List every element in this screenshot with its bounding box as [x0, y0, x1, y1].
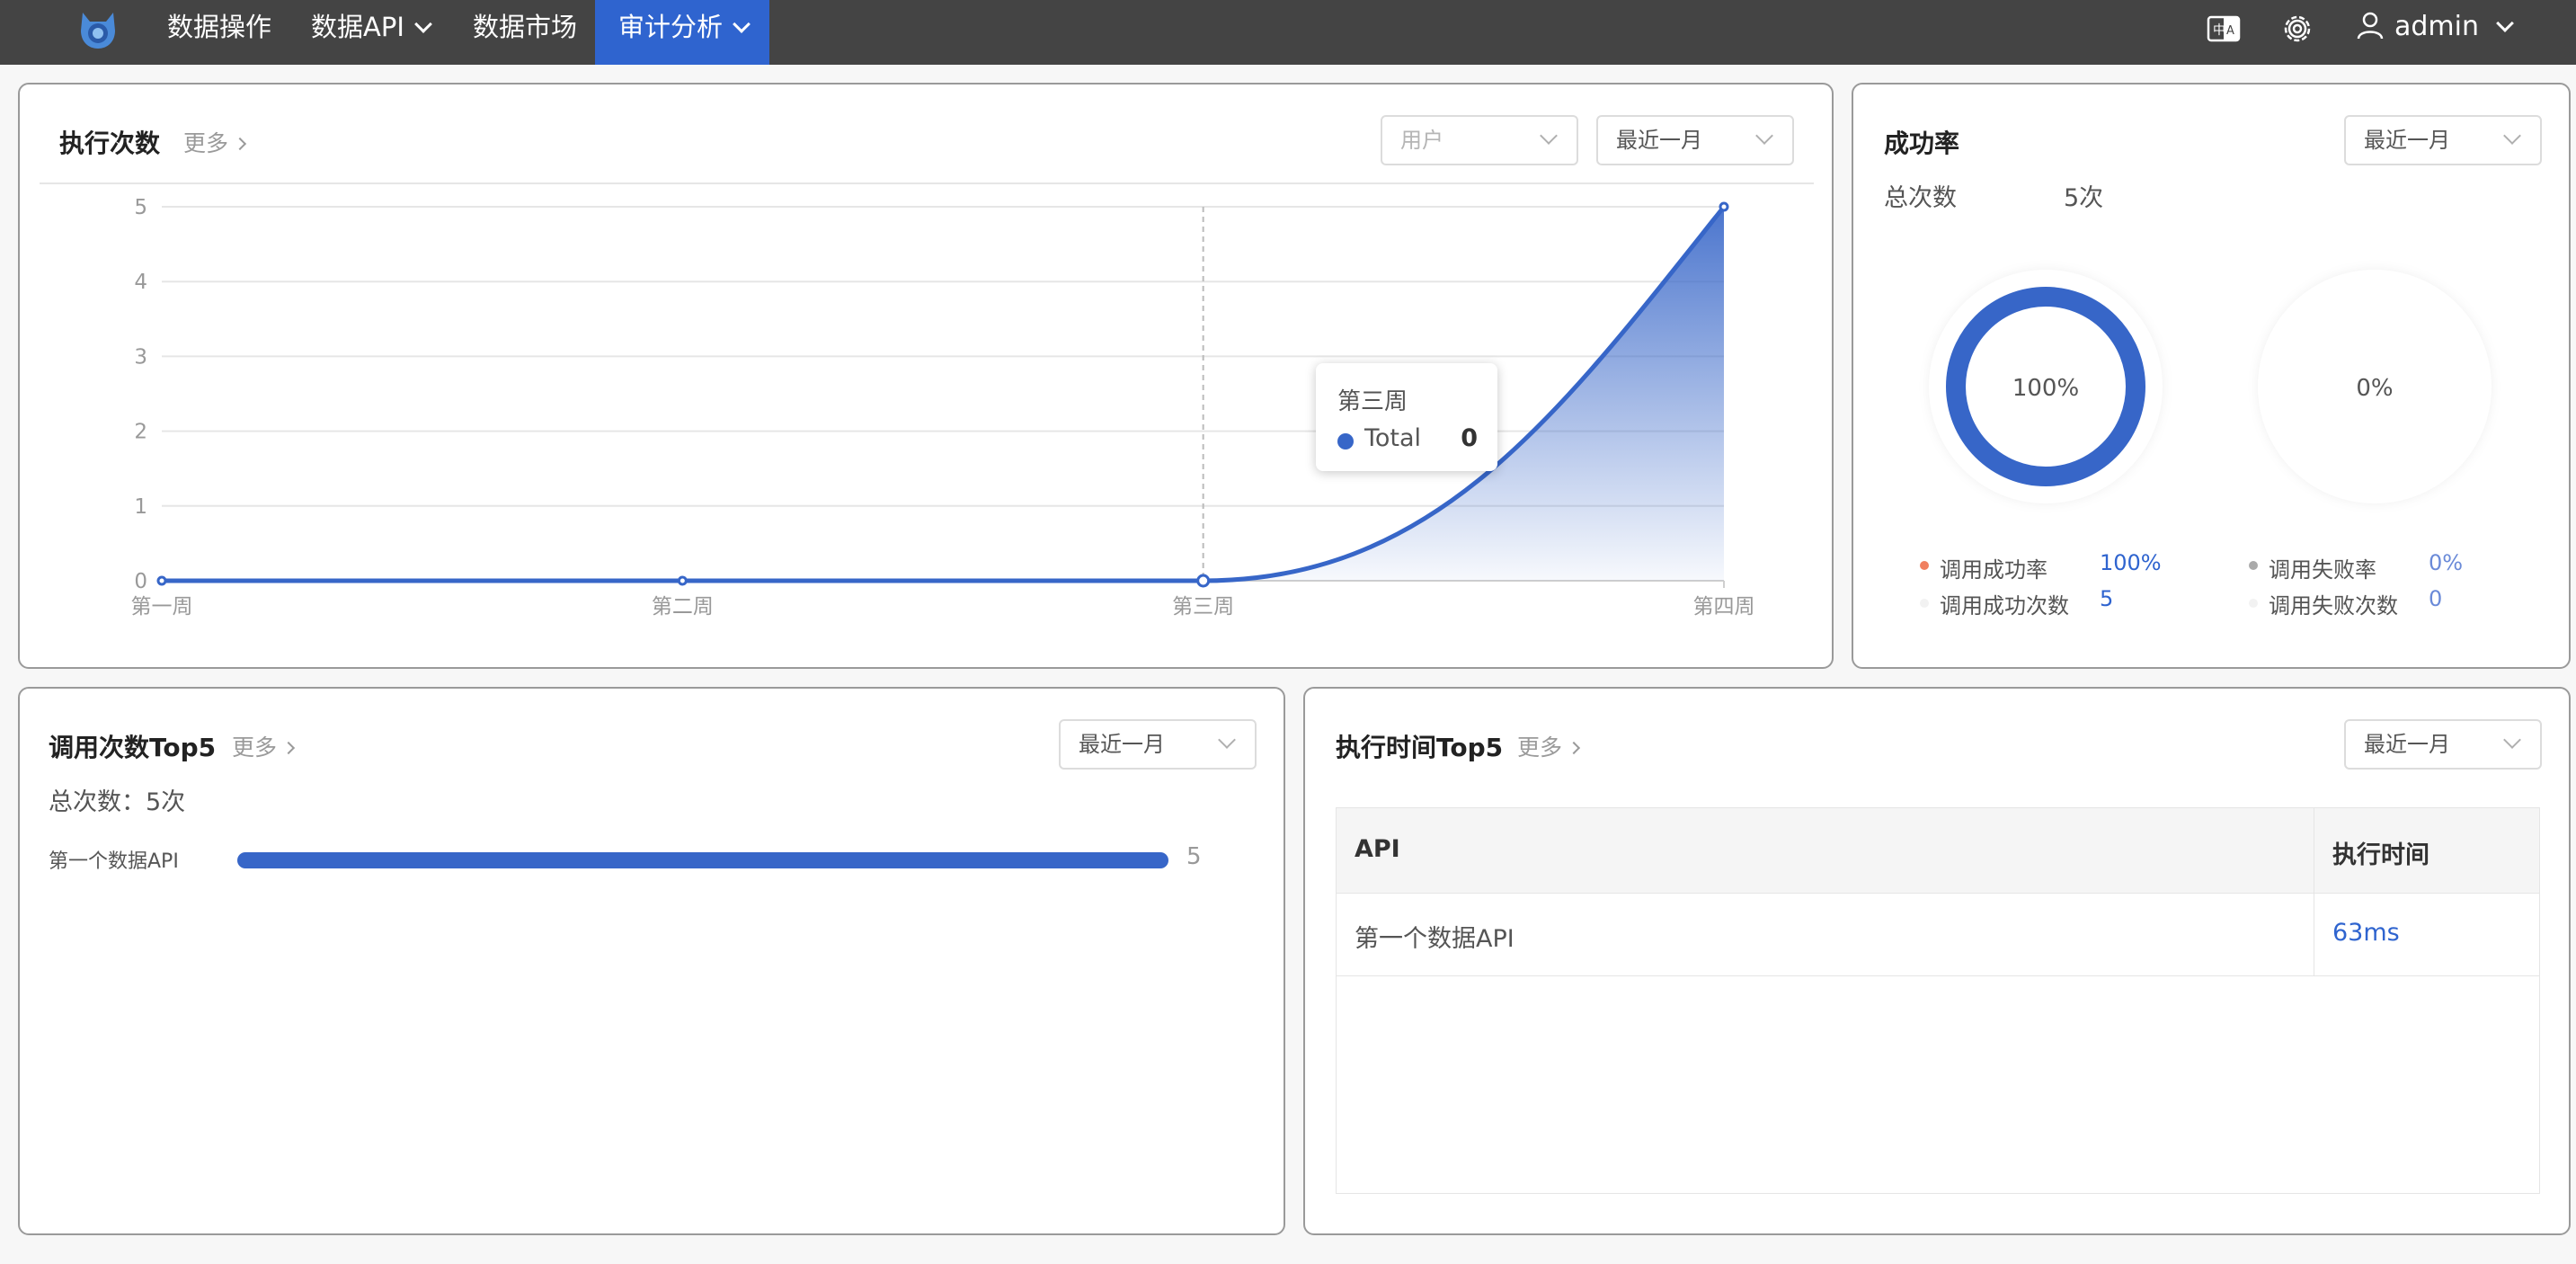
- period-select[interactable]: 最近一月: [2344, 719, 2542, 770]
- card-title: 调用次数Top5: [49, 733, 217, 762]
- period-select-value: 最近一月: [2364, 732, 2450, 757]
- period-select[interactable]: 最近一月: [1059, 719, 1257, 770]
- period-select-value: 最近一月: [1079, 732, 1165, 757]
- success-count-legend-label: 调用成功次数: [1940, 593, 2069, 619]
- table-row[interactable]: 第一个数据API 63ms: [1336, 894, 2540, 976]
- call-top5-card: 调用次数Top5 更多 最近一月 总次数：5次 第一个数据API 5: [18, 687, 1285, 1235]
- fail-count-legend-label: 调用失败次数: [2269, 593, 2398, 619]
- table-empty-area: [1336, 976, 2540, 1194]
- chevron-down-icon: [1218, 731, 1236, 749]
- success-donut-label: 100%: [2012, 375, 2079, 402]
- fail-donut-label: 0%: [2356, 375, 2393, 402]
- more-link[interactable]: 更多: [1517, 730, 1581, 762]
- call-row-count: 5: [1186, 843, 1202, 870]
- card-title: 执行时间Top5: [1336, 733, 1504, 762]
- chevron-down-icon: [2503, 731, 2521, 749]
- success-count-legend-dot: [1920, 599, 1929, 608]
- column-header-exec-time: 执行时间: [2332, 841, 2429, 869]
- call-bar-track: [237, 852, 1168, 868]
- success-count-legend-value: 5: [2100, 586, 2114, 611]
- fail-rate-legend-value: 0%: [2429, 550, 2464, 575]
- fail-rate-legend-label: 调用失败率: [2269, 557, 2376, 583]
- more-label: 更多: [1517, 734, 1563, 761]
- fail-rate-legend-dot: [2249, 561, 2258, 570]
- call-bar: [237, 852, 1168, 868]
- total-count-text: 总次数：5次: [49, 788, 186, 816]
- fail-count-legend-value: 0: [2429, 586, 2443, 611]
- chevron-right-icon: [281, 741, 296, 755]
- cell-api: 第一个数据API: [1355, 925, 1515, 953]
- more-label: 更多: [232, 734, 278, 761]
- more-link[interactable]: 更多: [232, 730, 296, 762]
- success-rate-legend-dot: [1920, 561, 1929, 570]
- call-row-name: 第一个数据API: [49, 850, 179, 873]
- table-header: API 执行时间: [1336, 807, 2540, 894]
- column-header-api: API: [1355, 835, 1400, 863]
- chevron-right-icon: [1567, 741, 1581, 755]
- success-rate-legend-label: 调用成功率: [1940, 557, 2047, 583]
- cell-exec-time[interactable]: 63ms: [2332, 919, 2400, 947]
- fail-count-legend-dot: [2249, 599, 2258, 608]
- success-rate-legend-value: 100%: [2100, 550, 2162, 575]
